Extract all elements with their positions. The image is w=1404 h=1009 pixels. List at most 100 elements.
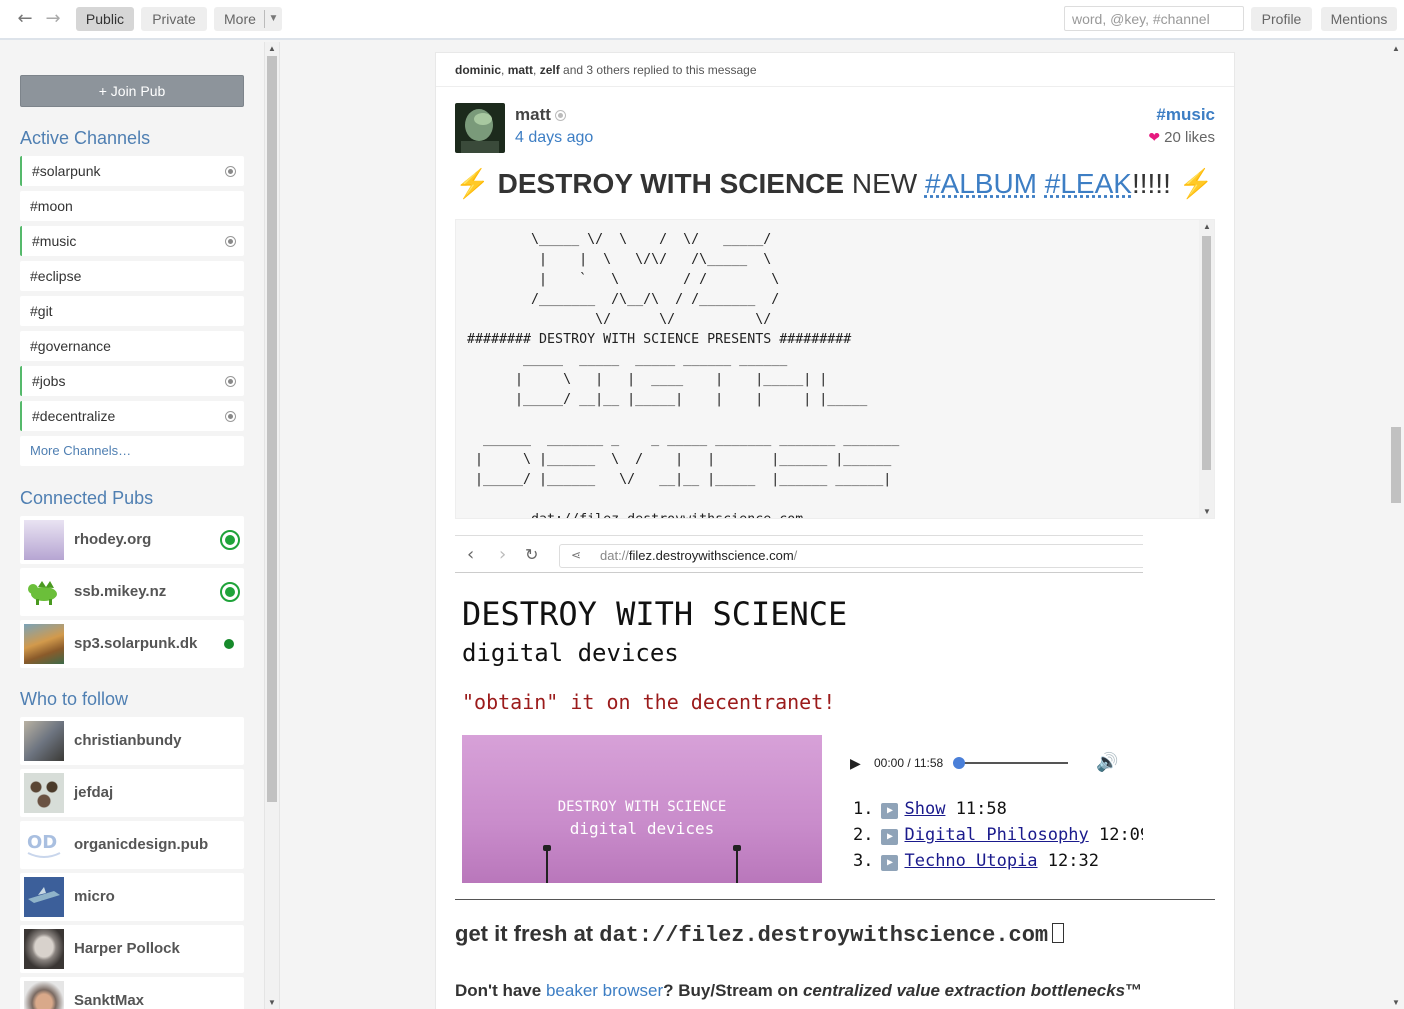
hashtag-album[interactable]: #ALBUM [925, 168, 1037, 199]
subscribed-icon[interactable] [225, 236, 236, 247]
lightning-icon: ⚡ [455, 168, 490, 199]
scroll-down-icon[interactable]: ▼ [1203, 507, 1211, 516]
likes-count[interactable]: ❤ 20 likes [1148, 129, 1215, 146]
follow-item[interactable]: Harper Pollock [20, 925, 244, 973]
reply-author[interactable]: zelf [540, 63, 560, 77]
follow-item[interactable]: jefdaj [20, 769, 244, 817]
subscribed-icon[interactable] [225, 166, 236, 177]
dont-mid: ? Buy/Stream on [663, 981, 803, 1000]
track-list: 1. ▶ Show 11:58 2. ▶ Digital Philosophy 12:0… [853, 799, 1143, 877]
tab-private[interactable]: Private [141, 7, 207, 31]
tab-more[interactable]: More ▼ [214, 7, 282, 31]
heart-icon: ❤ [1148, 129, 1161, 145]
dont-italic: centralized value extraction bottlenecks [802, 981, 1126, 1000]
sidebar-channel-solarpunk[interactable]: #solarpunk [20, 156, 244, 186]
subscribed-icon[interactable] [225, 411, 236, 422]
avatar [24, 624, 64, 664]
reply-author[interactable]: dominic [455, 63, 501, 77]
post-channel-link[interactable]: #music [1156, 105, 1215, 125]
chevron-down-icon[interactable]: ▼ [264, 10, 282, 28]
subscribed-icon[interactable] [225, 376, 236, 387]
channel-label: #eclipse [30, 268, 82, 284]
back-arrow-icon[interactable]: ← [15, 8, 35, 30]
pub-item-solarpunk[interactable]: sp3.solarpunk.dk [20, 620, 244, 668]
player-knob [953, 757, 965, 769]
sidebar-channel-music[interactable]: #music [20, 226, 244, 256]
scroll-down-icon[interactable]: ▼ [1392, 998, 1400, 1007]
headline-bangs: !!!!! [1131, 168, 1171, 199]
more-channels-link[interactable]: More Channels… [20, 436, 244, 466]
tab-public[interactable]: Public [76, 7, 134, 31]
post-timestamp[interactable]: 4 days ago [515, 129, 593, 147]
cover-subtitle: digital devices [569, 819, 715, 838]
sidebar-channel-jobs[interactable]: #jobs [20, 366, 244, 396]
sidebar-channel-moon[interactable]: #moon [20, 191, 244, 221]
follow-item[interactable]: micro [20, 873, 244, 921]
channel-label: #governance [30, 338, 111, 354]
replied-summary[interactable]: dominic, matt, zelf and 3 others replied… [436, 53, 1234, 87]
sidebar-channel-governance[interactable]: #governance [20, 331, 244, 361]
author-name[interactable]: matt [515, 105, 551, 125]
join-pub-button[interactable]: + Join Pub [20, 75, 244, 107]
forward-arrow-icon[interactable]: → [43, 8, 63, 30]
channel-label: #moon [30, 198, 73, 214]
pub-item-mikey[interactable]: ssb.mikey.nz [20, 568, 244, 616]
sidebar-channel-decentralize[interactable]: #decentralize [20, 401, 244, 431]
sidebar-scrollbar[interactable]: ▲ ▼ [264, 42, 280, 1009]
track-number: 3. [853, 851, 874, 871]
svg-text:OD: OD [27, 832, 57, 853]
lightning-icon: ⚡ [1178, 168, 1214, 199]
sidebar-channel-git[interactable]: #git [20, 296, 244, 326]
volume-icon: 🔊 [1096, 752, 1119, 772]
mentions-button[interactable]: Mentions [1321, 7, 1397, 31]
album-cover: DESTROY WITH SCIENCE digital devices [462, 735, 822, 883]
track-number: 2. [853, 825, 874, 845]
follow-item[interactable]: christianbundy [20, 717, 244, 765]
fresh-heading: get it fresh at dat://filez.destroywiths… [455, 921, 1065, 948]
reply-author[interactable]: matt [508, 63, 533, 77]
main-scrollbar[interactable]: ▲ ▼ [1388, 42, 1404, 1009]
scrollbar-thumb[interactable] [267, 56, 277, 802]
author-avatar[interactable] [455, 103, 505, 153]
scrollbar-thumb[interactable] [1202, 236, 1211, 470]
sidebar: + Join Pub Active Channels #solarpunk #m… [0, 42, 264, 1009]
who-to-follow-heading: Who to follow [20, 689, 129, 709]
online-status-icon [224, 639, 234, 649]
lamp-head [733, 845, 741, 851]
scroll-down-icon[interactable]: ▼ [268, 998, 276, 1007]
pub-item-rhodey[interactable]: rhodey.org [20, 516, 244, 564]
search-input[interactable] [1064, 6, 1244, 31]
follow-item[interactable]: SanktMax [20, 977, 244, 1009]
active-channels-heading: Active Channels [20, 128, 151, 148]
channel-label: #decentralize [32, 408, 116, 424]
follow-name: christianbundy [74, 732, 182, 749]
scroll-up-icon[interactable]: ▲ [268, 44, 276, 53]
reply-count-text: and 3 others replied to this message [559, 63, 757, 77]
avatar [24, 929, 64, 969]
reply-separator: , [533, 63, 540, 77]
profile-button[interactable]: Profile [1251, 7, 1312, 31]
ascii-art: \_____ \/ \ / \/ _____/ | | \ \/\/ /\___… [467, 232, 900, 518]
track-title: Show [904, 799, 946, 819]
lamp-post [546, 849, 548, 883]
main-feed: dominic, matt, zelf and 3 others replied… [280, 42, 1388, 1009]
track-title: Digital Philosophy [904, 825, 1089, 845]
ascii-art-block[interactable]: \_____ \/ \ / \/ _____/ | | \ \/\/ /\___… [455, 219, 1215, 519]
tab-more-label: More [224, 11, 256, 27]
scroll-up-icon[interactable]: ▲ [1392, 44, 1400, 53]
track-length: 12:32 [1047, 851, 1099, 871]
scroll-up-icon[interactable]: ▲ [1203, 222, 1211, 231]
online-status-icon [220, 582, 240, 602]
hashtag-leak[interactable]: #LEAK [1045, 168, 1132, 199]
follow-item[interactable]: OD organicdesign.pub [20, 821, 244, 869]
track-length: 12:09 [1098, 825, 1143, 845]
avatar: OD [24, 825, 64, 865]
player-time: 00:00 / 11:58 [874, 756, 944, 770]
scrollbar-thumb[interactable] [1391, 427, 1401, 503]
beaker-browser-link[interactable]: beaker browser [546, 981, 663, 1000]
sidebar-channel-eclipse[interactable]: #eclipse [20, 261, 244, 291]
code-scrollbar[interactable]: ▲ ▼ [1199, 220, 1214, 518]
lamp-post [736, 849, 738, 883]
follow-name: jefdaj [74, 784, 114, 801]
player-track [960, 762, 1068, 764]
